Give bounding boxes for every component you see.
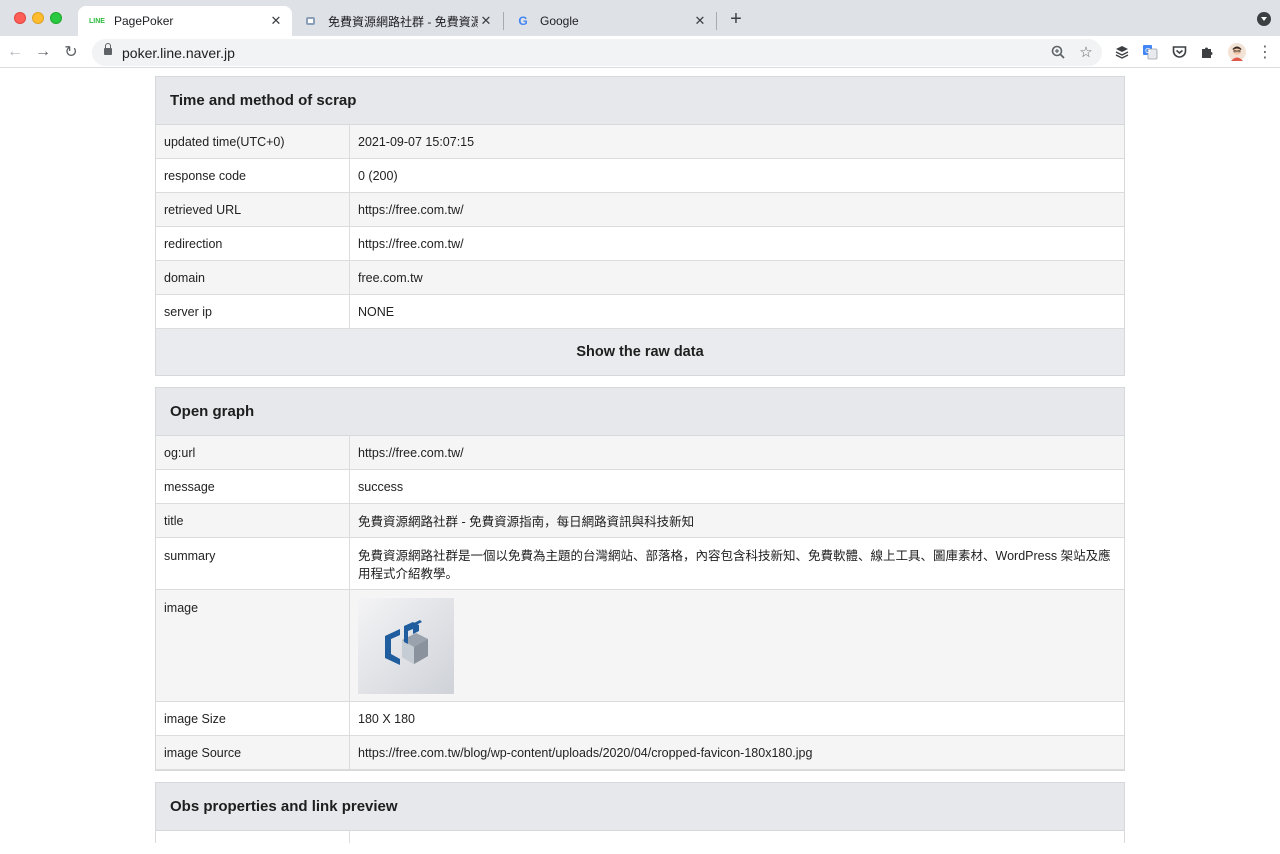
row-key: title — [156, 504, 350, 537]
row-value: https://free.com.tw/blog/wp-content/uplo… — [358, 745, 813, 760]
window-minimize-button[interactable] — [32, 12, 44, 24]
tab-separator — [716, 12, 717, 30]
line-favicon-icon: LINE — [89, 17, 105, 25]
table-row: message success — [156, 470, 1124, 504]
table-row: server ip NONE — [156, 295, 1124, 329]
lock-icon[interactable] — [104, 43, 112, 57]
browser-menu-icon[interactable]: ⋮ — [1255, 42, 1275, 62]
tab-google[interactable]: G Google ✕ — [504, 6, 716, 36]
table-row: title 免費資源網路社群 - 免費資源指南，每日網路資訊與科技新知 — [156, 504, 1124, 538]
table-row — [156, 831, 1124, 843]
table-row: image Size 180 X 180 — [156, 702, 1124, 736]
tab-close-icon[interactable]: ✕ — [268, 13, 284, 29]
row-key: domain — [156, 261, 350, 294]
translate-extension-icon[interactable]: G — [1140, 42, 1160, 62]
profile-avatar[interactable] — [1227, 42, 1247, 62]
window-zoom-button[interactable] — [50, 12, 62, 24]
address-bar[interactable]: poker.line.naver.jp ☆ — [92, 39, 1102, 66]
row-key: summary — [156, 538, 350, 589]
new-tab-button[interactable]: + — [726, 8, 746, 30]
row-value: https://free.com.tw/ — [358, 236, 464, 251]
table-row: og:url https://free.com.tw/ — [156, 436, 1124, 470]
table-row: retrieved URL https://free.com.tw/ — [156, 193, 1124, 227]
forward-arrow-icon[interactable]: → — [33, 42, 53, 62]
row-value: success — [358, 479, 404, 494]
table-row: domain free.com.tw — [156, 261, 1124, 295]
row-key: redirection — [156, 227, 350, 260]
row-value: NONE — [358, 304, 395, 319]
tab-title: PagePoker — [114, 14, 174, 28]
row-value: 0 (200) — [358, 168, 398, 183]
row-key: server ip — [156, 295, 350, 328]
pocket-extension-icon[interactable] — [1169, 42, 1189, 62]
show-raw-data-button[interactable]: Show the raw data — [156, 329, 1124, 375]
row-value: 180 X 180 — [358, 711, 415, 726]
tab-close-icon[interactable]: ✕ — [692, 13, 708, 29]
row-value: 2021-09-07 15:07:15 — [358, 134, 475, 149]
svg-text:G: G — [1145, 47, 1150, 55]
row-key: response code — [156, 159, 350, 192]
row-value: https://free.com.tw/ — [358, 202, 464, 217]
row-value — [350, 590, 1124, 701]
browser-toolbar: ← → ↻ poker.line.naver.jp ☆ G ⋮ — [0, 36, 1280, 68]
og-image-thumbnail — [358, 598, 454, 694]
row-key: image — [156, 590, 350, 701]
obs-panel: Obs properties and link preview — [155, 782, 1125, 843]
tab-title: Google — [540, 14, 579, 28]
row-value: 免費資源網路社群 - 免費資源指南，每日網路資訊與科技新知 — [358, 515, 695, 529]
tab-title: 免費資源網路社群 - 免費資源指南，每日網路資訊與科技新知 — [328, 14, 478, 29]
open-graph-heading: Open graph — [156, 388, 1124, 436]
scrap-panel-heading: Time and method of scrap — [156, 77, 1124, 125]
scrap-panel: Time and method of scrap updated time(UT… — [155, 76, 1125, 376]
zoom-icon[interactable] — [1049, 43, 1067, 61]
table-row: redirection https://free.com.tw/ — [156, 227, 1124, 261]
tab-bar: LINE PagePoker ✕ 免費資源網路社群 - 免費資源指南，每日網路資… — [0, 0, 1280, 36]
tab-pagepoker[interactable]: LINE PagePoker ✕ — [78, 6, 292, 36]
row-key: image Source — [156, 736, 350, 769]
window-close-button[interactable] — [14, 12, 26, 24]
obs-panel-heading: Obs properties and link preview — [156, 783, 1124, 831]
back-arrow-icon[interactable]: ← — [5, 42, 25, 62]
table-row: summary 免費資源網路社群是一個以免費為主題的台灣網站、部落格，內容包含科… — [156, 538, 1124, 590]
layers-extension-icon[interactable] — [1112, 42, 1132, 62]
table-row: image — [156, 590, 1124, 702]
row-key: retrieved URL — [156, 193, 350, 226]
table-row: image Source https://free.com.tw/blog/wp… — [156, 736, 1124, 770]
row-key: updated time(UTC+0) — [156, 125, 350, 158]
row-value: https://free.com.tw/ — [358, 445, 464, 460]
table-row: updated time(UTC+0) 2021-09-07 15:07:15 — [156, 125, 1124, 159]
open-graph-panel: Open graph og:url https://free.com.tw/ m… — [155, 387, 1125, 771]
cube-logo-icon — [385, 620, 428, 665]
row-value: 免費資源網路社群是一個以免費為主題的台灣網站、部落格，內容包含科技新知、免費軟體… — [358, 549, 1111, 581]
tab-free-resources[interactable]: 免費資源網路社群 - 免費資源指南，每日網路資訊與科技新知 ✕ — [292, 6, 502, 36]
scrap-table: updated time(UTC+0) 2021-09-07 15:07:15 … — [156, 125, 1124, 329]
row-value: free.com.tw — [358, 270, 423, 285]
url-text[interactable]: poker.line.naver.jp — [122, 45, 235, 61]
reload-icon[interactable]: ↻ — [61, 42, 81, 62]
page-content: Time and method of scrap updated time(UT… — [155, 76, 1125, 854]
puzzle-extensions-icon[interactable] — [1197, 42, 1217, 62]
google-favicon-icon: G — [518, 14, 528, 28]
row-key: image Size — [156, 702, 350, 735]
tab-search-icon[interactable] — [1257, 12, 1271, 26]
row-key: og:url — [156, 436, 350, 469]
tab-close-icon[interactable]: ✕ — [478, 13, 494, 29]
free-site-favicon-icon — [304, 14, 318, 28]
table-row: response code 0 (200) — [156, 159, 1124, 193]
open-graph-table: og:url https://free.com.tw/ message succ… — [156, 436, 1124, 770]
row-key: message — [156, 470, 350, 503]
bookmark-star-icon[interactable]: ☆ — [1077, 43, 1095, 61]
